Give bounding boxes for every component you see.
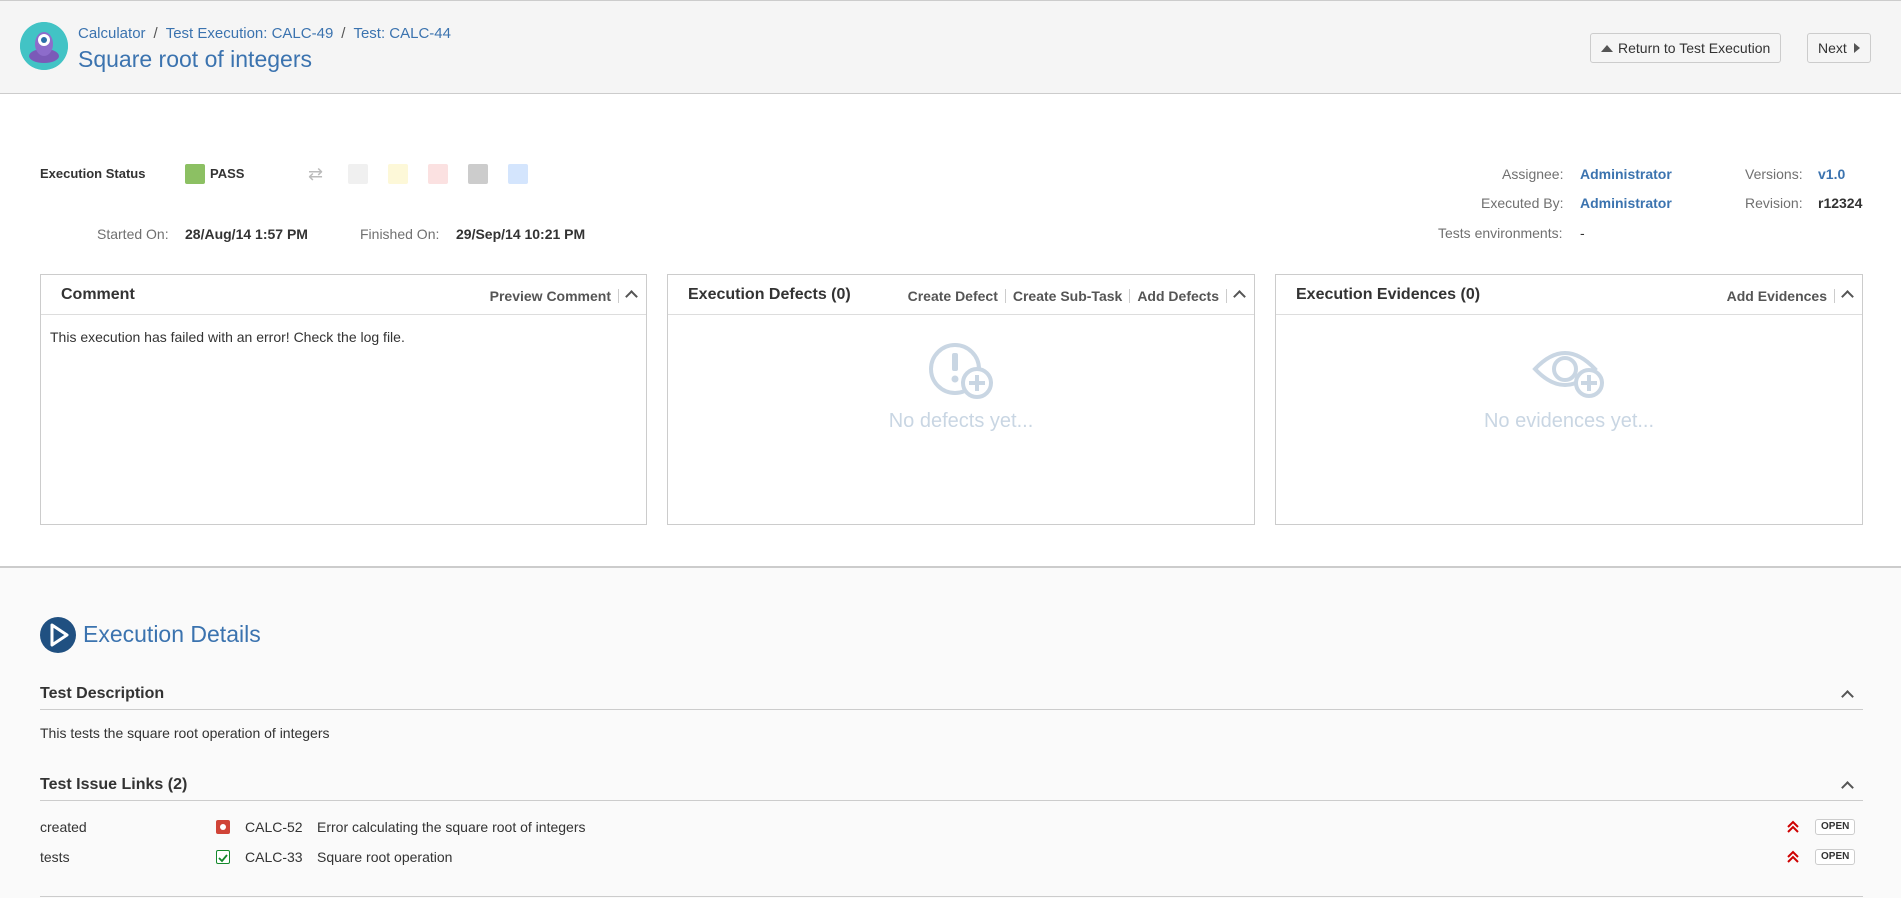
change-status-icon[interactable]: ⇄ [308,164,323,185]
tests-environments-label: Tests environments: [1438,225,1563,241]
project-avatar-icon [20,22,68,70]
create-defect-button[interactable]: Create Defect [901,288,1006,303]
status-badge: OPEN [1815,819,1856,835]
chevron-up-icon [625,290,638,303]
link-relation: tests [40,849,70,865]
assignee-label: Assignee: [1502,166,1564,182]
defects-panel-title: Execution Defects (0) [688,286,851,303]
next-button-label: Next [1818,40,1847,56]
status-option-custom[interactable] [508,164,528,184]
arrow-up-icon [1601,44,1613,52]
link-issue-summary: Error calculating the square root of int… [317,819,586,835]
breadcrumb-project[interactable]: Calculator [78,25,146,42]
section-rule [40,709,1863,710]
priority-highest-icon [1787,820,1799,833]
return-button-label: Return to Test Execution [1618,40,1771,56]
breadcrumb-test-execution[interactable]: Test Execution: CALC-49 [166,25,334,42]
collapse-comment-button[interactable] [619,287,640,304]
defects-panel-header: Execution Defects (0) Create Defect Crea… [668,275,1254,315]
create-sub-task-button[interactable]: Create Sub-Task [1006,288,1131,303]
defect-add-icon [929,343,993,399]
evidences-empty-state: No evidences yet... [1276,341,1862,433]
defects-panel-actions: Create Defect Create Sub-Task Add Defect… [901,287,1248,304]
breadcrumb-test[interactable]: Test: CALC-44 [353,25,451,42]
tests-environments-value: - [1580,225,1585,241]
link-issue-summary: Square root operation [317,849,453,865]
breadcrumb-separator: / [153,25,158,42]
comment-panel-header: Comment Preview Comment [41,275,646,315]
status-option-fail[interactable] [428,164,448,184]
add-evidences-button[interactable]: Add Evidences [1720,288,1835,303]
status-badge: OPEN [1815,849,1856,865]
test-description-text: This tests the square root operation of … [40,725,330,741]
evidences-empty-text: No evidences yet... [1483,410,1655,432]
checkmark-icon [218,854,228,863]
evidence-add-icon [1532,351,1604,398]
add-defects-button[interactable]: Add Defects [1130,288,1227,303]
execution-status-label: Execution Status [40,166,146,181]
started-on-value: 28/Aug/14 1:57 PM [185,226,308,242]
link-issue-key[interactable]: CALC-33 [245,849,303,865]
collapse-defects-button[interactable] [1227,287,1248,304]
execution-defects-panel: Execution Defects (0) Create Defect Crea… [667,274,1255,525]
status-option-aborted[interactable] [468,164,488,184]
versions-value[interactable]: v1.0 [1818,166,1845,182]
defects-empty-state: No defects yet... [668,341,1254,433]
preview-comment-button[interactable]: Preview Comment [483,288,619,303]
breadcrumb: Calculator / Test Execution: CALC-49 / Test:… [78,25,451,42]
bug-icon-glyph [220,824,226,830]
arrow-right-icon [1853,43,1860,53]
finished-on-label: Finished On: [360,226,440,242]
status-value: PASS [210,166,245,181]
bug-icon [216,820,230,834]
comment-panel-actions: Preview Comment [483,287,640,304]
priority-highest-icon [1787,850,1799,863]
status-option-executing[interactable] [388,164,408,184]
evidences-panel-actions: Add Evidences [1720,287,1856,304]
test-description-title: Test Description [40,685,165,702]
executed-by-label: Executed By: [1481,195,1564,211]
collapse-evidences-button[interactable] [1835,287,1856,304]
started-on-label: Started On: [97,226,169,242]
versions-label: Versions: [1745,166,1803,182]
next-button[interactable]: Next [1807,33,1871,63]
defects-empty-text: No defects yet... [888,410,1034,432]
execution-details-title: Execution Details [83,621,261,647]
page-header: Calculator / Test Execution: CALC-49 / Test:… [0,0,1901,94]
test-issue-links-title: Test Issue Links (2) [40,776,188,793]
section-rule [40,800,1863,801]
execution-evidences-panel: Execution Evidences (0) Add Evidences No… [1275,274,1863,525]
comment-panel-title: Comment [61,286,135,303]
executed-by-value[interactable]: Administrator [1580,195,1672,211]
revision-label: Revision: [1745,195,1803,211]
link-issue-key[interactable]: CALC-52 [245,819,303,835]
project-avatar[interactable] [20,22,68,70]
chevron-up-icon [1233,290,1246,303]
evidences-panel-header: Execution Evidences (0) Add Evidences [1276,275,1862,315]
story-icon [216,850,230,864]
page-title[interactable]: Square root of integers [78,46,312,73]
status-option-todo[interactable] [348,164,368,184]
revision-value: r12324 [1818,195,1863,211]
finished-on-value: 29/Sep/14 10:21 PM [456,226,586,242]
status-pass-swatch [185,164,205,184]
execution-details-icon [40,617,76,653]
section-rule [40,896,1863,897]
play-icon [50,623,69,647]
breadcrumb-separator: / [341,25,346,42]
comment-text[interactable]: This execution has failed with an error!… [41,315,646,359]
return-to-test-execution-button[interactable]: Return to Test Execution [1590,33,1782,63]
assignee-value[interactable]: Administrator [1580,166,1672,182]
chevron-up-icon [1841,290,1854,303]
evidences-panel-title: Execution Evidences (0) [1296,286,1481,303]
link-relation: created [40,819,87,835]
comment-panel: Comment Preview Comment This execution h… [40,274,647,525]
